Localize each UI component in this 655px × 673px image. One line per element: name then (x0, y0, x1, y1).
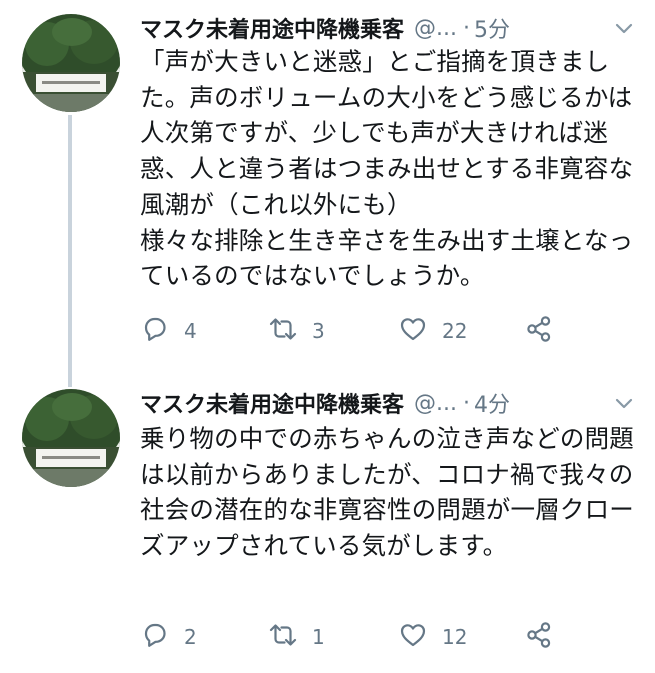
like-count: 22 (442, 319, 468, 343)
reply-button[interactable]: 2 (140, 619, 197, 655)
share-button[interactable] (524, 619, 554, 655)
tweet-text: 「声が大きいと迷惑」とご指摘を頂きました。声のボリュームの大小をどう感じるかは人… (140, 47, 634, 291)
reply-icon (140, 620, 170, 655)
tweet-header: マスク未着用途中降機乗客 @... · 5分 (140, 10, 635, 46)
timestamp[interactable]: 4分 (474, 387, 510, 419)
display-name[interactable]: マスク未着用途中降機乗客 (140, 12, 404, 44)
retweet-icon (268, 314, 298, 349)
avatar-image (22, 389, 120, 487)
reply-icon (140, 314, 170, 349)
reply-button[interactable]: 4 (140, 313, 197, 349)
retweet-icon (268, 620, 298, 655)
heart-icon (398, 314, 428, 349)
username[interactable]: @... (414, 16, 457, 41)
tweet[interactable]: マスク未着用途中降機乗客 @... · 5分 「声が大きいと迷惑」とご指摘を頂き… (0, 0, 655, 387)
retweet-count: 1 (312, 625, 325, 649)
like-button[interactable]: 22 (398, 313, 467, 349)
avatar[interactable] (22, 14, 120, 112)
avatar[interactable] (22, 389, 120, 487)
share-icon (524, 620, 554, 655)
chevron-down-icon[interactable] (613, 17, 635, 39)
separator-dot: · (463, 390, 470, 416)
reply-count: 2 (184, 625, 197, 649)
username[interactable]: @... (414, 391, 457, 416)
tweet[interactable]: マスク未着用途中降機乗客 @... · 4分 乗り物の中での赤ちゃんの泣き声など… (0, 385, 655, 673)
display-name[interactable]: マスク未着用途中降機乗客 (140, 387, 404, 419)
heart-icon (398, 620, 428, 655)
tweet-header: マスク未着用途中降機乗客 @... · 4分 (140, 385, 635, 421)
retweet-button[interactable]: 3 (268, 313, 325, 349)
reply-count: 4 (184, 319, 197, 343)
like-count: 12 (442, 625, 468, 649)
thread-line (68, 115, 72, 387)
tweet-actions: 2 1 12 (140, 619, 635, 655)
tweet-actions: 4 3 22 (140, 313, 635, 349)
separator-dot: · (463, 15, 470, 41)
share-button[interactable] (524, 313, 554, 349)
tweet-text: 乗り物の中での赤ちゃんの泣き声などの問題は以前からありましたが、コロナ禍で我々の… (140, 424, 634, 561)
avatar-image (22, 14, 120, 112)
retweet-count: 3 (312, 319, 325, 343)
share-icon (524, 314, 554, 349)
timestamp[interactable]: 5分 (474, 12, 510, 44)
chevron-down-icon[interactable] (613, 392, 635, 414)
like-button[interactable]: 12 (398, 619, 467, 655)
retweet-button[interactable]: 1 (268, 619, 325, 655)
